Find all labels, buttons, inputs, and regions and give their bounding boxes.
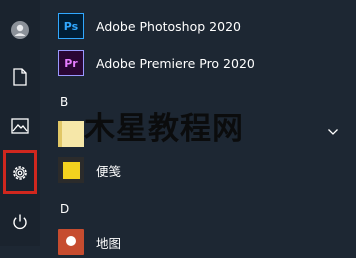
app-label-sticky-notes: 便笺	[96, 163, 122, 179]
sticky-notes-icon	[58, 157, 84, 183]
section-header-b[interactable]: B	[60, 95, 68, 109]
app-label-maps: 地图	[96, 235, 122, 251]
app-item-photoshop[interactable]: Ps Adobe Photoshop 2020	[58, 10, 241, 42]
document-icon	[13, 68, 27, 86]
app-item-premiere[interactable]: Pr Adobe Premiere Pro 2020	[58, 47, 255, 79]
app-folder-item[interactable]	[58, 118, 84, 150]
power-button[interactable]	[0, 202, 40, 242]
maps-icon	[58, 229, 84, 255]
photoshop-icon: Ps	[58, 13, 84, 39]
app-label-premiere: Adobe Premiere Pro 2020	[96, 55, 255, 71]
pictures-button[interactable]	[0, 106, 40, 146]
start-menu-rail	[0, 0, 40, 246]
user-account-button[interactable]	[0, 10, 40, 50]
avatar-icon	[11, 21, 29, 39]
app-item-maps[interactable]: 地图	[58, 226, 121, 258]
pictures-icon	[11, 118, 29, 134]
chevron-down-icon[interactable]	[327, 128, 339, 136]
app-item-sticky-notes[interactable]: 便笺	[58, 154, 121, 186]
section-header-d[interactable]: D	[60, 202, 69, 216]
settings-highlight-box	[3, 150, 37, 194]
documents-button[interactable]	[0, 57, 40, 97]
power-icon	[13, 214, 27, 230]
folder-label-watermark: 木星教程网	[84, 111, 244, 147]
premiere-icon: Pr	[58, 50, 84, 76]
folder-icon	[58, 121, 84, 147]
app-label-photoshop: Adobe Photoshop 2020	[96, 18, 241, 34]
